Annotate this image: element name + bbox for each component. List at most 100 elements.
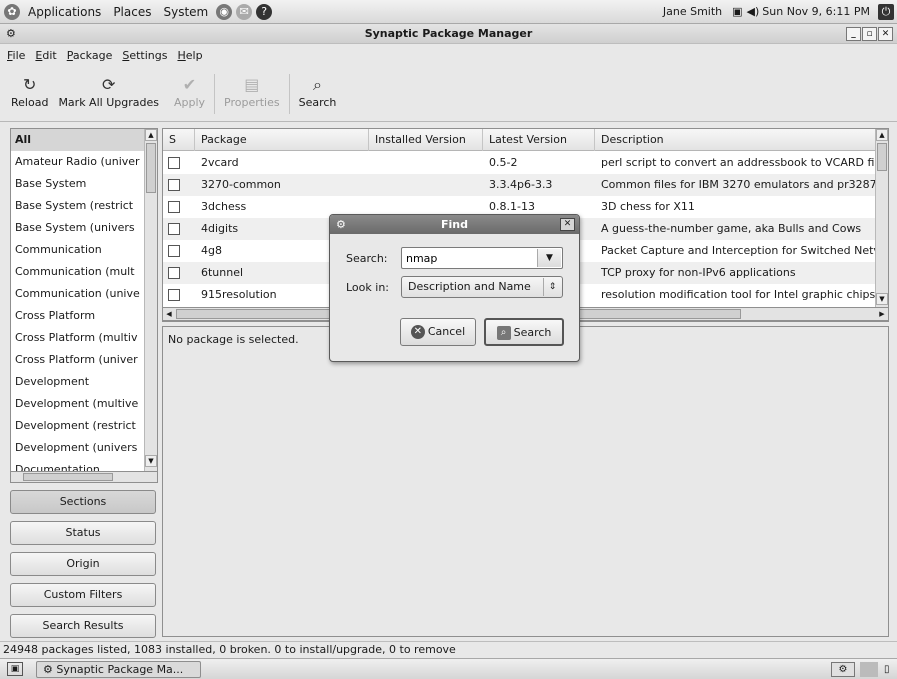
section-item[interactable]: Amateur Radio (univer <box>11 151 145 173</box>
scroll-up-arrow-icon[interactable]: ▲ <box>145 129 157 141</box>
column-header-installed-version[interactable]: Installed Version <box>369 129 483 151</box>
menu-edit[interactable]: Edit <box>30 49 61 62</box>
section-item[interactable]: Development (restrict <box>11 415 145 437</box>
package-checkbox[interactable] <box>168 267 180 279</box>
dialog-close-icon[interactable]: ✕ <box>560 218 575 231</box>
gnome-foot-icon[interactable]: ✿ <box>4 3 20 20</box>
taskbar-task-synaptic[interactable]: ⚙ Synaptic Package Ma... <box>36 661 201 678</box>
section-item[interactable]: Development (multive <box>11 393 145 415</box>
reload-label: Reload <box>11 96 49 109</box>
section-item[interactable]: Communication (mult <box>11 261 145 283</box>
close-icon[interactable]: ✕ <box>878 27 893 41</box>
scroll-down-arrow-icon[interactable]: ▼ <box>876 293 888 305</box>
mark-all-upgrades-label: Mark All Upgrades <box>58 96 159 109</box>
package-description: 3D chess for X11 <box>601 200 695 213</box>
workspace-switcher-icon[interactable]: ⚙ <box>831 662 855 677</box>
status-button[interactable]: Status <box>10 521 156 545</box>
table-vertical-scrollbar[interactable]: ▲ ▼ <box>875 129 888 307</box>
clock[interactable]: Sun Nov 9, 6:11 PM <box>759 5 876 18</box>
scroll-right-arrow-icon[interactable]: ▶ <box>876 308 888 320</box>
cancel-button-label: Cancel <box>427 325 466 338</box>
scroll-up-arrow-icon[interactable]: ▲ <box>876 129 888 141</box>
scroll-left-arrow-icon[interactable]: ◀ <box>163 308 175 320</box>
search-results-button[interactable]: Search Results <box>10 614 156 638</box>
places-menu[interactable]: Places <box>107 5 157 19</box>
reload-button[interactable]: ↻ Reload <box>6 66 53 109</box>
magnifier-icon: ⌕ <box>496 326 511 340</box>
section-item[interactable]: Cross Platform (multiv <box>11 327 145 349</box>
sections-horizontal-scrollbar[interactable] <box>10 471 158 483</box>
firefox-launcher-icon[interactable]: ◉ <box>216 3 233 20</box>
find-dialog-title-bar[interactable]: ⚙ Find ✕ <box>330 215 579 234</box>
shutdown-icon[interactable]: ⏻ <box>878 3 894 20</box>
minimize-icon[interactable]: _ <box>846 27 861 41</box>
section-item[interactable]: Base System (restrict <box>11 195 145 217</box>
table-row[interactable]: 2vcard 0.5-2 perl script to convert an a… <box>163 152 877 174</box>
custom-filters-button-label: Custom Filters <box>43 588 123 601</box>
package-checkbox[interactable] <box>168 179 180 191</box>
mail-launcher-icon[interactable]: ✉ <box>236 3 253 20</box>
column-header-status[interactable]: S <box>163 129 195 151</box>
find-dialog[interactable]: ⚙ Find ✕ Search: ▼ Look in: Description … <box>329 214 580 362</box>
properties-button[interactable]: ▤ Properties <box>219 66 285 109</box>
chevron-down-icon[interactable]: ▼ <box>537 249 561 267</box>
package-checkbox[interactable] <box>168 201 180 213</box>
mark-all-upgrades-button[interactable]: ⟳ Mark All Upgrades <box>53 66 164 109</box>
scrollbar-thumb[interactable] <box>146 143 156 193</box>
network-icon[interactable]: ▣ <box>732 5 742 18</box>
section-item[interactable]: Base System <box>11 173 145 195</box>
sections-vertical-scrollbar[interactable]: ▲ ▼ <box>144 129 157 482</box>
package-checkbox[interactable] <box>168 157 180 169</box>
user-name[interactable]: Jane Smith <box>657 5 728 18</box>
origin-button[interactable]: Origin <box>10 552 156 576</box>
sections-button[interactable]: Sections <box>10 490 156 514</box>
package-checkbox[interactable] <box>168 223 180 235</box>
sections-list[interactable]: All Amateur Radio (univer Base System Ba… <box>10 128 158 483</box>
search-button[interactable]: ⌕ Search <box>294 66 342 109</box>
window-title-bar[interactable]: ⚙ Synaptic Package Manager _ ▫ ✕ <box>0 24 897 44</box>
maximize-icon[interactable]: ▫ <box>862 27 877 41</box>
custom-filters-button[interactable]: Custom Filters <box>10 583 156 607</box>
look-in-select[interactable]: Description and Name ⇕ <box>401 276 563 298</box>
properties-icon: ▤ <box>244 75 260 94</box>
apply-button[interactable]: ✔ Apply <box>164 66 210 109</box>
section-item[interactable]: Development <box>11 371 145 393</box>
scrollbar-thumb[interactable] <box>23 473 113 481</box>
volume-icon[interactable]: ◀) <box>747 5 760 18</box>
column-header-package[interactable]: Package <box>195 129 369 151</box>
menu-help[interactable]: Help <box>172 49 207 62</box>
section-item[interactable]: Development (univers <box>11 437 145 459</box>
scrollbar-thumb[interactable] <box>877 143 887 171</box>
section-item[interactable]: Communication <box>11 239 145 261</box>
cancel-button[interactable]: ✕ Cancel <box>400 318 476 346</box>
column-header-description[interactable]: Description <box>595 129 877 151</box>
system-menu[interactable]: System <box>157 5 214 19</box>
dialog-menu-icon[interactable]: ⚙ <box>336 215 346 234</box>
package-checkbox[interactable] <box>168 289 180 301</box>
menu-file[interactable]: File <box>2 49 30 62</box>
top-panel: ✿ Applications Places System ◉ ✉ ? Jane … <box>0 0 897 24</box>
table-row[interactable]: 3270-common 3.3.4p6-3.3 Common files for… <box>163 174 877 196</box>
find-search-button[interactable]: ⌕ Search <box>484 318 564 346</box>
search-icon: ⌕ <box>313 75 322 94</box>
package-checkbox[interactable] <box>168 245 180 257</box>
trash-icon[interactable]: ▯ <box>884 662 896 677</box>
show-desktop-icon[interactable]: ▣ <box>7 662 23 676</box>
menu-settings[interactable]: Settings <box>117 49 172 62</box>
help-launcher-icon[interactable]: ? <box>256 3 273 20</box>
section-item[interactable]: Cross Platform (univer <box>11 349 145 371</box>
workspace-two-icon[interactable] <box>860 662 878 677</box>
column-header-latest-version[interactable]: Latest Version <box>483 129 595 151</box>
section-item[interactable]: Base System (univers <box>11 217 145 239</box>
applications-menu[interactable]: Applications <box>22 5 107 19</box>
section-item[interactable]: Cross Platform <box>11 305 145 327</box>
toolbar: ↻ Reload ⟳ Mark All Upgrades ✔ Apply ▤ P… <box>0 66 897 122</box>
search-input[interactable] <box>404 249 534 267</box>
scroll-down-arrow-icon[interactable]: ▼ <box>145 455 157 467</box>
search-combo[interactable]: ▼ <box>401 247 563 269</box>
menu-package[interactable]: Package <box>62 49 118 62</box>
latest-version: 3.3.4p6-3.3 <box>489 178 553 191</box>
section-item[interactable]: Communication (unive <box>11 283 145 305</box>
sections-button-label: Sections <box>59 495 107 508</box>
section-item-all[interactable]: All <box>11 129 145 151</box>
